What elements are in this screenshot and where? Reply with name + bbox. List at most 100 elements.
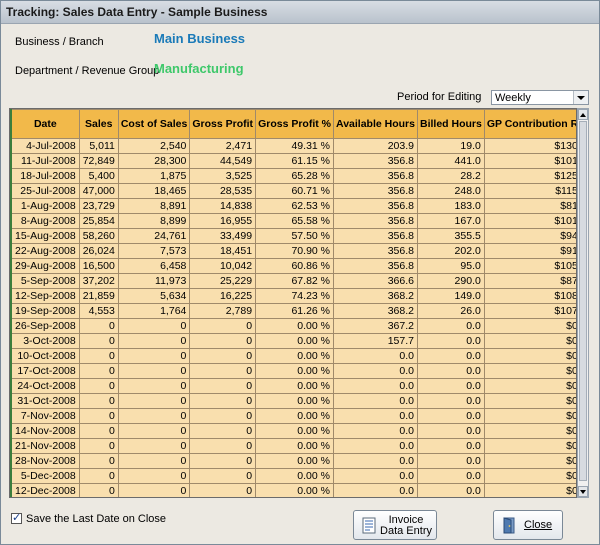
table-row[interactable]: 12-Dec-20080000.00 %0.00.0$0.00 <box>10 483 576 497</box>
cell-cost-of-sales[interactable]: 0 <box>117 408 191 424</box>
cell-gross-profit[interactable]: 44,549 <box>189 153 257 169</box>
cell-gross-profit[interactable]: 0 <box>189 318 257 334</box>
cell-billed-hours[interactable]: 0.0 <box>416 348 485 364</box>
cell-gp-contribution-rate[interactable]: $108.89 <box>483 288 576 304</box>
cell-available-hours[interactable]: 0.0 <box>333 483 418 497</box>
column-header-date[interactable]: Date <box>11 109 80 139</box>
cell-billed-hours[interactable]: 0.0 <box>416 333 485 349</box>
cell-available-hours[interactable]: 368.2 <box>333 288 418 304</box>
cell-cost-of-sales[interactable]: 11,973 <box>117 273 191 289</box>
cell-sales[interactable]: 0 <box>78 318 119 334</box>
cell-gross-profit-pct[interactable]: 0.00 % <box>255 363 334 379</box>
cell-cost-of-sales[interactable]: 2,540 <box>117 138 191 154</box>
table-row[interactable]: 25-Jul-2008 47,000 18,465 28,535 60.71 % 356.… <box>10 183 576 199</box>
cell-gross-profit[interactable]: 0 <box>189 438 257 454</box>
cell-sales[interactable]: 0 <box>78 333 119 349</box>
cell-date[interactable]: 8-Aug-2008 <box>11 213 80 229</box>
invoice-data-entry-button[interactable]: Invoice Data Entry <box>353 510 437 540</box>
cell-cost-of-sales[interactable]: 0 <box>117 318 191 334</box>
cell-gross-profit[interactable]: 2,471 <box>189 138 257 154</box>
cell-sales[interactable]: 5,400 <box>78 168 119 184</box>
cell-sales[interactable]: 5,011 <box>78 138 119 154</box>
cell-gp-contribution-rate[interactable]: $0.00 <box>483 438 576 454</box>
cell-cost-of-sales[interactable]: 0 <box>117 393 191 409</box>
cell-gross-profit[interactable]: 0 <box>189 408 257 424</box>
cell-available-hours[interactable]: 0.0 <box>333 438 418 454</box>
cell-sales[interactable]: 0 <box>78 453 119 469</box>
table-row[interactable]: 28-Nov-20080000.00 %0.00.0$0.00 <box>10 453 576 469</box>
save-last-date-checkbox[interactable] <box>11 511 22 524</box>
cell-date[interactable]: 11-Jul-2008 <box>11 153 80 169</box>
cell-cost-of-sales[interactable]: 18,465 <box>117 183 191 199</box>
cell-gp-contribution-rate[interactable]: $0.00 <box>483 333 576 349</box>
cell-available-hours[interactable]: 0.0 <box>333 423 418 439</box>
cell-gross-profit-pct[interactable]: 67.82 % <box>255 273 334 289</box>
cell-billed-hours[interactable]: 167.0 <box>416 213 485 229</box>
table-row[interactable]: 10-Oct-20080000.00 %0.00.0$0.00 <box>10 348 576 364</box>
cell-date[interactable]: 14-Nov-2008 <box>11 423 80 439</box>
cell-gross-profit-pct[interactable]: 0.00 % <box>255 318 334 334</box>
cell-billed-hours[interactable]: 95.0 <box>416 258 485 274</box>
cell-sales[interactable]: 25,854 <box>78 213 119 229</box>
cell-date[interactable]: 4-Jul-2008 <box>11 138 80 154</box>
table-row[interactable]: 5-Dec-20080000.00 %0.00.0$0.00 <box>10 468 576 484</box>
cell-billed-hours[interactable]: 202.0 <box>416 243 485 259</box>
cell-gp-contribution-rate[interactable]: $81.08 <box>483 198 576 214</box>
cell-billed-hours[interactable]: 0.0 <box>416 438 485 454</box>
cell-billed-hours[interactable]: 0.0 <box>416 318 485 334</box>
cell-gp-contribution-rate[interactable]: $125.00 <box>483 168 576 184</box>
cell-gp-contribution-rate[interactable]: $105.71 <box>483 258 576 274</box>
cell-cost-of-sales[interactable]: 0 <box>117 483 191 497</box>
cell-gross-profit-pct[interactable]: 49.31 % <box>255 138 334 154</box>
cell-sales[interactable]: 72,849 <box>78 153 119 169</box>
cell-billed-hours[interactable]: 0.0 <box>416 453 485 469</box>
cell-gross-profit-pct[interactable]: 61.26 % <box>255 303 334 319</box>
cell-billed-hours[interactable]: 0.0 <box>416 408 485 424</box>
table-row[interactable]: 24-Oct-20080000.00 %0.00.0$0.00 <box>10 378 576 394</box>
cell-gross-profit[interactable]: 0 <box>189 393 257 409</box>
cell-gross-profit-pct[interactable]: 0.00 % <box>255 348 334 364</box>
cell-gross-profit-pct[interactable]: 0.00 % <box>255 333 334 349</box>
cell-date[interactable]: 25-Jul-2008 <box>11 183 80 199</box>
table-row[interactable]: 4-Jul-2008 5,011 2,540 2,471 49.31 % 203.9 19.… <box>10 138 576 154</box>
table-row[interactable]: 7-Nov-20080000.00 %0.00.0$0.00 <box>10 408 576 424</box>
cell-gross-profit[interactable]: 33,499 <box>189 228 257 244</box>
cell-gross-profit-pct[interactable]: 0.00 % <box>255 453 334 469</box>
cell-gross-profit-pct[interactable]: 57.50 % <box>255 228 334 244</box>
cell-date[interactable]: 28-Nov-2008 <box>11 453 80 469</box>
cell-date[interactable]: 22-Aug-2008 <box>11 243 80 259</box>
cell-gross-profit-pct[interactable]: 60.86 % <box>255 258 334 274</box>
cell-billed-hours[interactable]: 0.0 <box>416 378 485 394</box>
cell-date[interactable]: 26-Sep-2008 <box>11 318 80 334</box>
cell-gross-profit[interactable]: 0 <box>189 453 257 469</box>
cell-cost-of-sales[interactable]: 0 <box>117 333 191 349</box>
cell-available-hours[interactable]: 356.8 <box>333 243 418 259</box>
cell-gp-contribution-rate[interactable]: $115.06 <box>483 183 576 199</box>
cell-billed-hours[interactable]: 248.0 <box>416 183 485 199</box>
cell-gross-profit[interactable]: 25,229 <box>189 273 257 289</box>
cell-billed-hours[interactable]: 183.0 <box>416 198 485 214</box>
cell-date[interactable]: 7-Nov-2008 <box>11 408 80 424</box>
cell-cost-of-sales[interactable]: 8,899 <box>117 213 191 229</box>
cell-gp-contribution-rate[interactable]: $94.23 <box>483 228 576 244</box>
cell-cost-of-sales[interactable]: 0 <box>117 468 191 484</box>
cell-gross-profit-pct[interactable]: 0.00 % <box>255 423 334 439</box>
cell-gross-profit[interactable]: 16,225 <box>189 288 257 304</box>
cell-gross-profit-pct[interactable]: 70.90 % <box>255 243 334 259</box>
table-row[interactable]: 29-Aug-2008 16,500 6,458 10,042 60.86 % 356.8… <box>10 258 576 274</box>
column-header-billed-hours[interactable]: Billed Hours <box>416 109 485 139</box>
cell-available-hours[interactable]: 0.0 <box>333 348 418 364</box>
cell-cost-of-sales[interactable]: 8,891 <box>117 198 191 214</box>
cell-cost-of-sales[interactable]: 0 <box>117 348 191 364</box>
cell-sales[interactable]: 58,260 <box>78 228 119 244</box>
cell-gross-profit[interactable]: 0 <box>189 378 257 394</box>
cell-sales[interactable]: 47,000 <box>78 183 119 199</box>
cell-available-hours[interactable]: 356.8 <box>333 168 418 184</box>
cell-date[interactable]: 10-Oct-2008 <box>11 348 80 364</box>
column-header-gp-contribution-rate[interactable]: GP Contribution Rate <box>483 109 576 139</box>
cell-gross-profit-pct[interactable]: 61.15 % <box>255 153 334 169</box>
cell-gross-profit[interactable]: 0 <box>189 363 257 379</box>
cell-gross-profit-pct[interactable]: 0.00 % <box>255 468 334 484</box>
cell-gp-contribution-rate[interactable]: $0.00 <box>483 393 576 409</box>
cell-sales[interactable]: 0 <box>78 363 119 379</box>
